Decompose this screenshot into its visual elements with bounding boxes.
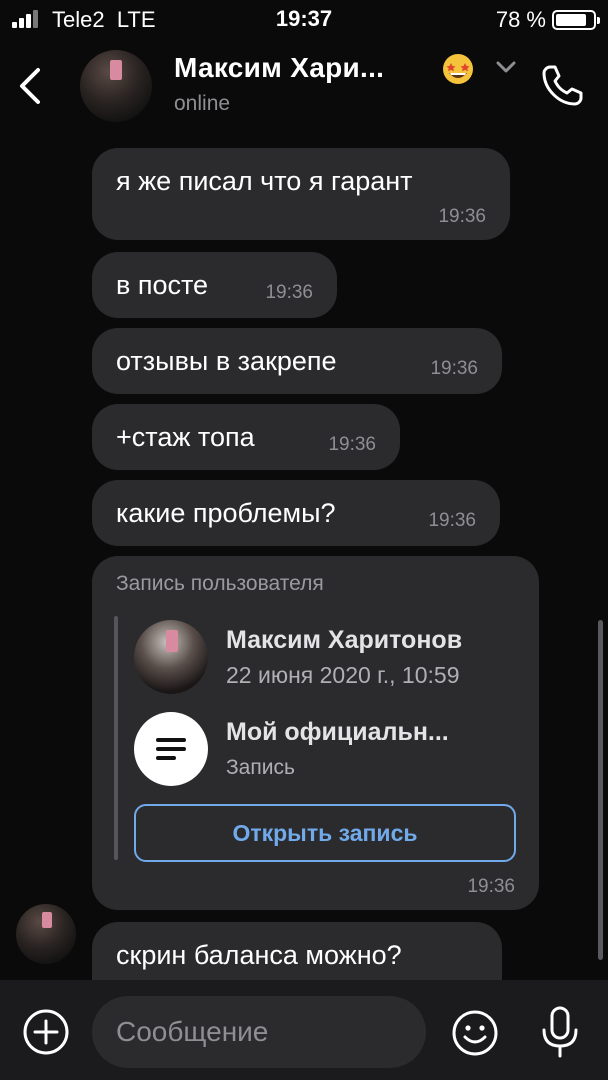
message-time: 19:36 [428, 510, 476, 531]
message-text: скрин баланса можно? [116, 940, 402, 970]
star-struck-emoji-icon [443, 54, 473, 84]
open-post-button[interactable]: Открыть запись [134, 804, 516, 862]
smile-icon[interactable] [450, 1008, 500, 1058]
message-text: отзывы в закрепе [116, 346, 337, 376]
message-text: какие проблемы? [116, 498, 336, 528]
message-bubble[interactable]: в посте 19:36 [92, 252, 337, 318]
composer-bar: Сообщение [0, 980, 608, 1080]
message-bubble[interactable]: какие проблемы? 19:36 [92, 480, 500, 546]
battery-icon [552, 10, 600, 30]
sender-avatar[interactable] [16, 904, 76, 964]
quote-bar [114, 616, 118, 860]
post-title[interactable]: Мой официальн... [226, 718, 449, 747]
shared-post-message: Запись пользователя Максим Харитонов 22 … [92, 556, 539, 910]
message-time: 19:36 [265, 282, 313, 303]
post-author-avatar[interactable] [134, 620, 208, 694]
message-text: +стаж топа [116, 422, 255, 452]
message-bubble[interactable]: +стаж топа 19:36 [92, 404, 400, 470]
post-date: 22 июня 2020 г., 10:59 [226, 662, 460, 688]
post-type: Запись [226, 756, 295, 779]
message-input[interactable]: Сообщение [92, 996, 426, 1068]
chat-header: Максим Хари... online [0, 40, 608, 130]
battery-percent: 78 % [495, 7, 546, 32]
status-bar: Tele2 LTE 19:37 78 % [0, 0, 608, 40]
phone-icon[interactable] [540, 62, 586, 108]
message-time: 19:36 [467, 876, 515, 897]
avatar[interactable] [80, 50, 152, 122]
message-bubble[interactable]: я же писал что я гарант 19:36 [92, 148, 510, 240]
message-time: 19:36 [430, 358, 478, 379]
message-time: 19:36 [438, 206, 486, 227]
presence-status: online [174, 92, 231, 115]
chevron-down-icon[interactable] [494, 58, 518, 76]
message-text: я же писал что я гарант [116, 166, 413, 196]
plus-circle-icon[interactable] [22, 1008, 70, 1056]
shared-post-label: Запись пользователя [116, 572, 324, 595]
microphone-icon[interactable] [538, 1004, 582, 1060]
message-bubble[interactable]: отзывы в закрепе 19:36 [92, 328, 502, 394]
message-time: 19:36 [328, 434, 376, 455]
scrollbar[interactable] [598, 620, 603, 960]
back-icon[interactable] [14, 64, 46, 108]
post-author-name[interactable]: Максим Харитонов [226, 626, 462, 655]
message-text: в посте [116, 270, 209, 300]
contact-name[interactable]: Максим Хари... [174, 52, 384, 84]
document-icon [134, 712, 208, 786]
